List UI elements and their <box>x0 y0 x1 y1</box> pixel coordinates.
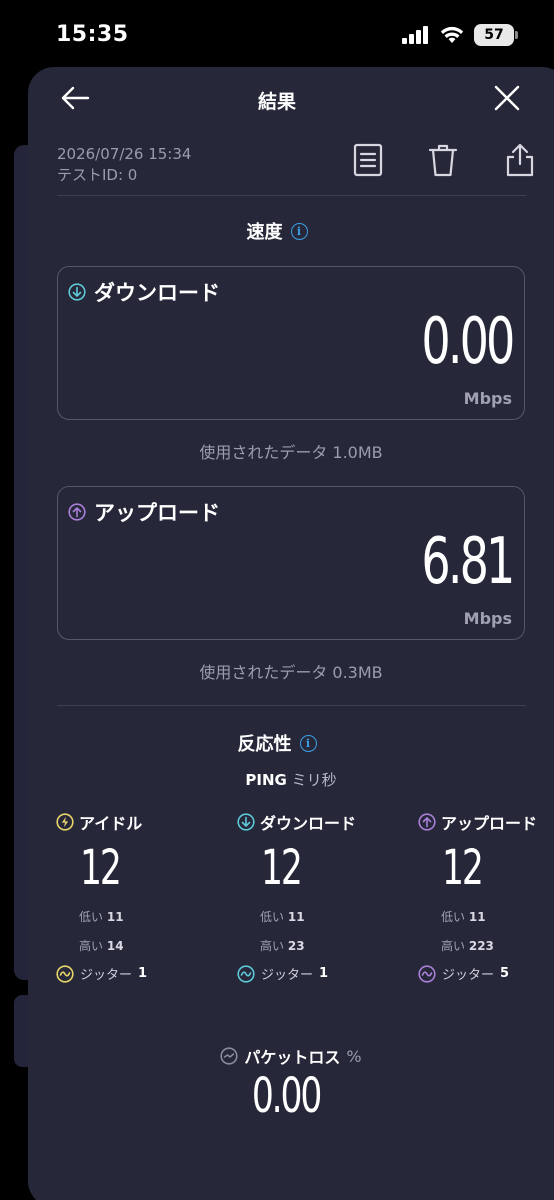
ping-download-jitter: ジッター 1 <box>237 964 397 983</box>
ping-upload-value: 12 <box>442 840 484 896</box>
ping-upload-column: アップロード 12 低い 11 高い 223 ジッター 5 <box>418 810 554 983</box>
packet-loss-unit: % <box>346 1046 362 1066</box>
ping-download-label: ダウンロード <box>260 814 357 833</box>
jitter-value: 1 <box>138 966 148 981</box>
ping-label: PING ミリ秒 <box>28 769 554 790</box>
low-value: 11 <box>106 910 124 924</box>
jitter-label: ジッター <box>80 968 133 983</box>
ping-idle-jitter: ジッター 1 <box>56 964 216 983</box>
upload-speed-card: アップロード 6.81 Mbps <box>57 486 525 640</box>
upload-label-text: アップロード <box>94 501 220 525</box>
upload-data-used: 使用されたデータ 0.3MB <box>199 663 383 682</box>
trash-icon[interactable] <box>426 142 460 178</box>
status-bar: 15:35 57 <box>0 0 554 70</box>
ping-idle-high: 高い 14 <box>79 937 216 954</box>
status-icons: 57 <box>402 24 518 46</box>
high-value: 23 <box>287 939 305 953</box>
high-label: 高い <box>441 939 466 953</box>
lightning-icon <box>56 813 74 831</box>
jitter-value: 1 <box>319 966 329 981</box>
high-value: 14 <box>106 939 124 953</box>
ping-download-head: ダウンロード <box>237 810 397 834</box>
packet-loss-value: 0.00 <box>251 1068 322 1124</box>
divider <box>57 195 526 196</box>
ping-upload-low: 低い 11 <box>441 908 554 925</box>
upload-arrow-icon <box>68 503 86 521</box>
ping-download-low: 低い 11 <box>260 908 397 925</box>
high-label: 高い <box>79 939 104 953</box>
packet-loss-icon <box>220 1047 238 1065</box>
ping-idle-label: アイドル <box>79 814 143 833</box>
battery-indicator: 57 <box>474 24 518 46</box>
download-arrow-icon <box>68 283 86 301</box>
download-label-text: ダウンロード <box>94 281 220 305</box>
ping-idle-value: 12 <box>80 840 122 896</box>
test-date: 2026/07/26 15:34 <box>57 145 192 163</box>
jitter-value: 5 <box>500 966 510 981</box>
jitter-wave-icon <box>237 964 255 983</box>
download-data-used: 使用されたデータ 1.0MB <box>199 443 383 462</box>
jitter-wave-icon <box>56 964 74 983</box>
ping-unit: ミリ秒 <box>291 771 337 789</box>
upload-arrow-icon <box>418 813 436 831</box>
download-speed-value: 0.00 <box>420 305 515 379</box>
ping-label-text: PING <box>245 771 287 789</box>
details-icon[interactable] <box>351 142 385 178</box>
share-icon[interactable] <box>503 142 537 178</box>
low-label: 低い <box>260 910 285 924</box>
jitter-label: ジッター <box>442 968 495 983</box>
info-icon[interactable]: i <box>299 734 317 752</box>
low-value: 11 <box>468 910 486 924</box>
low-label: 低い <box>441 910 466 924</box>
divider <box>57 705 526 706</box>
page-title: 結果 <box>257 91 296 113</box>
packet-loss-label: パケットロス <box>244 1048 341 1067</box>
upload-speed-value: 6.81 <box>420 525 515 599</box>
responsiveness-section-title: 反応性 i <box>28 730 526 756</box>
download-arrow-icon <box>237 813 255 831</box>
responsiveness-title-text: 反応性 <box>237 734 292 755</box>
cellular-signal-icon <box>402 26 428 44</box>
ping-idle-low: 低い 11 <box>79 908 216 925</box>
jitter-label: ジッター <box>261 968 314 983</box>
download-speed-card: ダウンロード 0.00 Mbps <box>57 266 525 420</box>
high-value: 223 <box>468 939 494 953</box>
speed-title-text: 速度 <box>246 222 283 243</box>
ping-idle-column: アイドル 12 低い 11 高い 14 ジッター 1 <box>56 810 216 983</box>
packet-loss-head: パケットロス % <box>28 1044 554 1068</box>
info-icon[interactable]: i <box>290 222 308 240</box>
wifi-icon <box>440 26 464 43</box>
jitter-wave-icon <box>418 964 436 983</box>
ping-upload-head: アップロード <box>418 810 554 834</box>
upload-speed-unit: Mbps <box>463 609 512 628</box>
status-time: 15:35 <box>56 22 129 47</box>
ping-upload-jitter: ジッター 5 <box>418 964 554 983</box>
close-icon[interactable] <box>493 84 521 112</box>
ping-download-column: ダウンロード 12 低い 11 高い 23 ジッター 1 <box>237 810 397 983</box>
high-label: 高い <box>260 939 285 953</box>
result-sheet: 結果 2026/07/26 15:34 テストID: 0 速度 i ダウンロード… <box>28 67 554 1200</box>
ping-idle-head: アイドル <box>56 810 216 834</box>
ping-download-value: 12 <box>261 840 303 896</box>
ping-upload-label: アップロード <box>441 814 538 833</box>
low-value: 11 <box>287 910 305 924</box>
speed-section-title: 速度 i <box>28 218 526 244</box>
ping-download-high: 高い 23 <box>260 937 397 954</box>
test-id: テストID: 0 <box>57 166 138 184</box>
download-speed-unit: Mbps <box>463 389 512 408</box>
ping-upload-high: 高い 223 <box>441 937 554 954</box>
download-label: ダウンロード <box>68 277 220 307</box>
low-label: 低い <box>79 910 104 924</box>
upload-label: アップロード <box>68 497 220 527</box>
